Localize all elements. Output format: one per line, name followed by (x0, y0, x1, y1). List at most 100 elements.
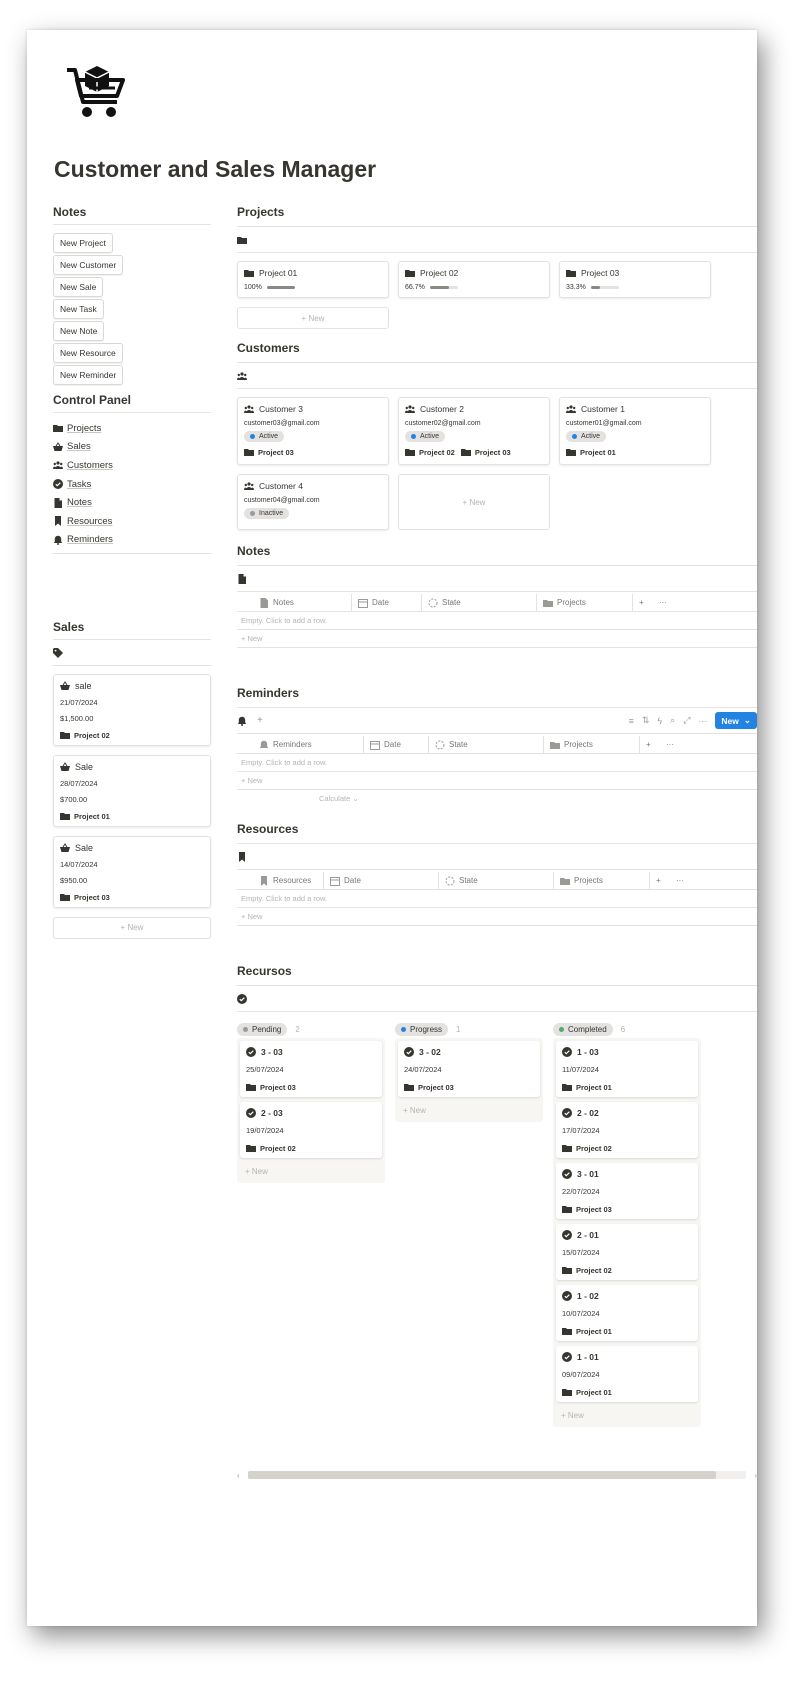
task-card[interactable]: 3 - 02 24/07/2024 Project 03 (398, 1041, 540, 1097)
task-card[interactable]: 1 - 01 09/07/2024 Project 01 (556, 1346, 698, 1402)
sale-date: 28/07/2024 (60, 779, 98, 788)
folder-icon (405, 447, 415, 457)
document-icon (53, 497, 63, 508)
task-card[interactable]: 2 - 03 19/07/2024 Project 02 (240, 1102, 382, 1158)
task-date: 17/07/2024 (562, 1126, 600, 1135)
sale-project[interactable]: Project 01 (60, 811, 204, 821)
column-header[interactable]: Completed 6 (553, 1020, 701, 1038)
project-card[interactable]: Project 02 66.7% (398, 261, 550, 298)
task-project[interactable]: Project 01 (562, 1326, 692, 1336)
task-card[interactable]: 3 - 01 22/07/2024 Project 03 (556, 1163, 698, 1219)
customer-card[interactable]: Customer 1 customer01@gmail.com Active P… (559, 397, 711, 465)
column-header-projects[interactable]: Projects (537, 594, 633, 611)
new-customer-button[interactable]: New Customer (53, 255, 124, 275)
sales-new-button[interactable]: + New (53, 917, 211, 939)
column-header-reminders[interactable]: Reminders (237, 736, 364, 753)
column-header-state[interactable]: State (422, 594, 537, 611)
new-project-button[interactable]: New Project (53, 233, 113, 253)
control-panel-item-customers[interactable]: Customers (53, 456, 211, 475)
task-project[interactable]: Project 02 (562, 1143, 692, 1153)
board-column: Pending 2 3 - 03 25/07/2024 Project 03 2 - 03… (237, 1020, 385, 1427)
task-card[interactable]: 1 - 02 10/07/2024 Project 01 (556, 1285, 698, 1341)
lightning-icon[interactable]: ϟ (657, 716, 662, 726)
column-header-projects[interactable]: Projects (554, 872, 650, 889)
add-column-icon[interactable]: + (633, 594, 653, 611)
resources-new-row[interactable]: + New (237, 908, 757, 926)
control-panel-item-sales[interactable]: Sales (53, 438, 211, 457)
notes-panel-heading: Notes (53, 205, 211, 225)
customer-card[interactable]: Customer 2 customer02@gmail.com Active P… (398, 397, 550, 465)
new-reminder-button[interactable]: New Reminder (53, 365, 124, 385)
notes-empty-row[interactable]: Empty. Click to add a row. (237, 612, 757, 630)
task-project[interactable]: Project 01 (562, 1387, 692, 1397)
filter-icon[interactable]: ≡ (629, 716, 634, 726)
column-new-button[interactable]: + New (240, 1163, 382, 1180)
resources-empty-row[interactable]: Empty. Click to add a row. (237, 890, 757, 908)
task-project[interactable]: Project 03 (404, 1082, 534, 1092)
more-icon[interactable]: ··· (653, 594, 673, 611)
column-header-notes[interactable]: Notes (237, 594, 352, 611)
project-card[interactable]: Project 01 100% (237, 261, 389, 298)
task-project[interactable]: Project 02 (562, 1265, 692, 1275)
add-column-icon[interactable]: + (640, 736, 660, 753)
reminders-new-row[interactable]: + New (237, 772, 757, 790)
more-icon[interactable]: ··· (698, 716, 707, 726)
expand-icon[interactable]: ⤢ (683, 715, 690, 726)
column-new-button[interactable]: + New (556, 1407, 698, 1424)
column-header[interactable]: Progress 1 (395, 1020, 543, 1038)
column-header-projects[interactable]: Projects (544, 736, 640, 753)
horizontal-scrollbar[interactable]: ‹ › (237, 1470, 757, 1480)
sales-db-bar (53, 640, 211, 666)
task-card[interactable]: 3 - 03 25/07/2024 Project 03 (240, 1041, 382, 1097)
notes-new-row[interactable]: + New (237, 630, 757, 648)
add-column-icon[interactable]: + (650, 872, 670, 889)
sale-project[interactable]: Project 02 (60, 730, 204, 740)
calculate-dropdown[interactable]: Calculate ⌄ (237, 790, 757, 808)
task-project[interactable]: Project 03 (246, 1082, 376, 1092)
customer-card[interactable]: Customer 4 customer04@gmail.com Inactive (237, 474, 389, 530)
add-view-icon[interactable]: + (257, 715, 263, 726)
new-reminder-blue-button[interactable]: New ⌄ (715, 712, 757, 729)
reminders-empty-row[interactable]: Empty. Click to add a row. (237, 754, 757, 772)
column-header-date[interactable]: Date (324, 872, 439, 889)
sort-icon[interactable]: ⇅ (642, 715, 650, 726)
customer-card[interactable]: Customer 3 customer03@gmail.com Active P… (237, 397, 389, 465)
task-card[interactable]: 2 - 01 15/07/2024 Project 02 (556, 1224, 698, 1280)
sale-card[interactable]: sale 21/07/2024 $1,500.00 Project 02 (53, 674, 211, 746)
task-card[interactable]: 1 - 03 11/07/2024 Project 01 (556, 1041, 698, 1097)
column-header[interactable]: Pending 2 (237, 1020, 385, 1038)
control-panel-item-notes[interactable]: Notes (53, 493, 211, 512)
new-task-button[interactable]: New Task (53, 299, 104, 319)
scrollbar-thumb[interactable] (247, 1471, 717, 1479)
project-card[interactable]: Project 03 33.3% (559, 261, 711, 298)
column-header-state[interactable]: State (429, 736, 544, 753)
task-project[interactable]: Project 03 (562, 1204, 692, 1214)
customers-new-button[interactable]: + New (398, 474, 550, 530)
task-card[interactable]: 2 - 02 17/07/2024 Project 02 (556, 1102, 698, 1158)
more-icon[interactable]: ··· (670, 872, 690, 889)
column-header-date[interactable]: Date (364, 736, 429, 753)
control-panel-item-reminders[interactable]: Reminders (53, 531, 211, 550)
column-header-resources[interactable]: Resources (237, 872, 324, 889)
new-note-button[interactable]: New Note (53, 321, 105, 341)
scroll-left-icon[interactable]: ‹ (237, 1471, 240, 1480)
task-project[interactable]: Project 01 (562, 1082, 692, 1092)
page-title: Customer and Sales Manager (54, 156, 377, 182)
more-icon[interactable]: ··· (660, 736, 680, 753)
scroll-right-icon[interactable]: › (754, 1471, 757, 1480)
bell-icon (53, 535, 63, 545)
control-panel-item-projects[interactable]: Projects (53, 419, 211, 438)
new-resource-button[interactable]: New Resource (53, 343, 123, 363)
sale-project[interactable]: Project 03 (60, 892, 204, 902)
sale-card[interactable]: Sale 28/07/2024 $700.00 Project 01 (53, 755, 211, 827)
sale-card[interactable]: Sale 14/07/2024 $950.00 Project 03 (53, 836, 211, 908)
projects-new-button[interactable]: + New (237, 307, 389, 329)
task-project[interactable]: Project 02 (246, 1143, 376, 1153)
column-header-state[interactable]: State (439, 872, 554, 889)
search-icon[interactable]: ⌕ (670, 715, 675, 726)
column-header-date[interactable]: Date (352, 594, 422, 611)
new-sale-button[interactable]: New Sale (53, 277, 104, 297)
control-panel-item-tasks[interactable]: Tasks (53, 475, 211, 494)
column-new-button[interactable]: + New (398, 1102, 540, 1119)
control-panel-item-resources[interactable]: Resources (53, 512, 211, 531)
